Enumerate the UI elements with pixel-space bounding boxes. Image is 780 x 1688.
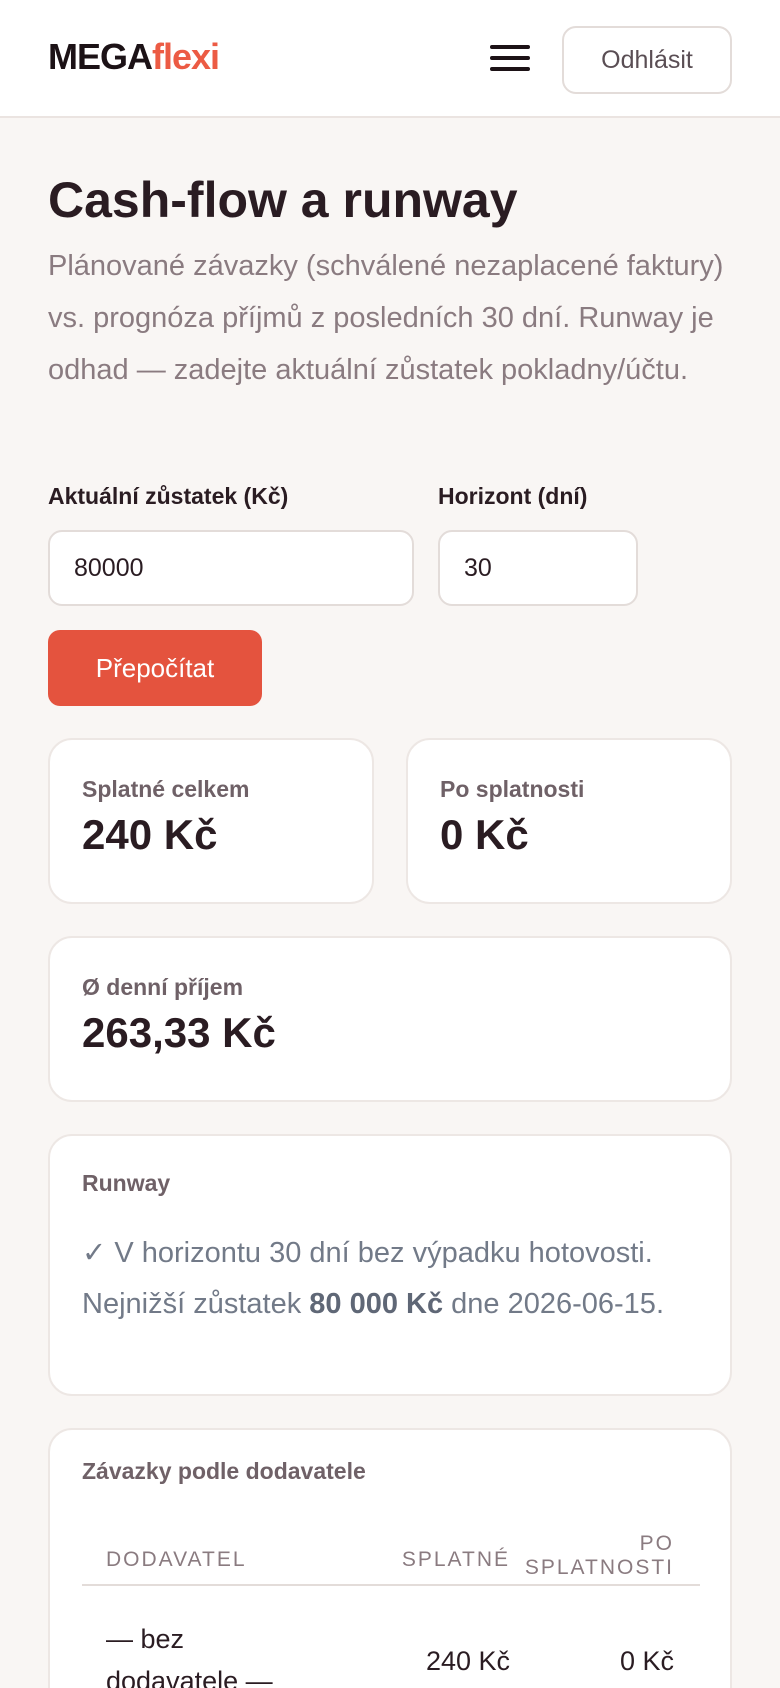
cell-due: 240 Kč bbox=[425, 1646, 510, 1676]
table-header-divider bbox=[82, 1584, 700, 1586]
runway-card: Runway ✓ V horizontu 30 dní bez výpadku … bbox=[48, 1134, 732, 1396]
cell-overdue: 0 Kč bbox=[619, 1646, 674, 1676]
suppliers-table-card: Závazky podle dodavatele DODAVATEL SPLAT… bbox=[48, 1428, 732, 1688]
horizon-input[interactable] bbox=[438, 530, 638, 606]
app-logo[interactable]: MEGAflexi bbox=[48, 36, 220, 78]
stat-card-overdue: Po splatnosti 0 Kč bbox=[406, 738, 732, 904]
page-description: Plánované závazky (schválené nezaplacené… bbox=[48, 250, 724, 386]
column-header-overdue: PO SPLATNOSTI bbox=[524, 1532, 674, 1579]
overdue-value: 0 Kč bbox=[440, 811, 529, 858]
runway-date: 2026-06-15 bbox=[507, 1288, 656, 1320]
logo-text-flexi: flexi bbox=[152, 36, 220, 77]
hamburger-line bbox=[490, 45, 530, 49]
daily-income-value: 263,33 Kč bbox=[82, 1009, 276, 1056]
column-header-supplier: DODAVATEL bbox=[106, 1548, 247, 1571]
runway-label: Runway bbox=[82, 1170, 171, 1196]
stat-card-due-total: Splatné celkem 240 Kč bbox=[48, 738, 374, 904]
logo-text-mega: MEGA bbox=[48, 36, 153, 77]
cell-supplier: — bez dodavatele — bbox=[106, 1624, 273, 1688]
hamburger-line bbox=[490, 56, 530, 60]
runway-status-text: ✓ V horizontu 30 dní bez výpadku hotovos… bbox=[82, 1228, 702, 1330]
stat-card-daily-income: Ø denní příjem 263,33 Kč bbox=[48, 936, 732, 1102]
runway-text-after: . bbox=[655, 1288, 664, 1320]
due-total-value: 240 Kč bbox=[82, 811, 218, 858]
overdue-label: Po splatnosti bbox=[440, 776, 585, 802]
daily-income-label: Ø denní příjem bbox=[82, 974, 244, 1000]
runway-text-middle: dne bbox=[443, 1288, 508, 1320]
due-total-label: Splatné celkem bbox=[82, 776, 250, 802]
horizon-label: Horizont (dní) bbox=[438, 483, 588, 509]
logout-button[interactable]: Odhlásit bbox=[562, 26, 732, 94]
top-bar: MEGAflexi Odhlásit bbox=[0, 0, 780, 118]
balance-label: Aktuální zůstatek (Kč) bbox=[48, 483, 289, 509]
runway-lowest-balance: 80 000 Kč bbox=[309, 1288, 444, 1320]
hamburger-icon[interactable] bbox=[488, 40, 532, 76]
recalculate-button[interactable]: Přepočítat bbox=[48, 630, 262, 706]
balance-input[interactable] bbox=[48, 530, 414, 606]
hamburger-line bbox=[490, 67, 530, 71]
page-title: Cash-flow a runway bbox=[48, 172, 518, 228]
column-header-due: SPLATNÉ bbox=[401, 1548, 510, 1571]
suppliers-table-title: Závazky podle dodavatele bbox=[82, 1458, 366, 1484]
